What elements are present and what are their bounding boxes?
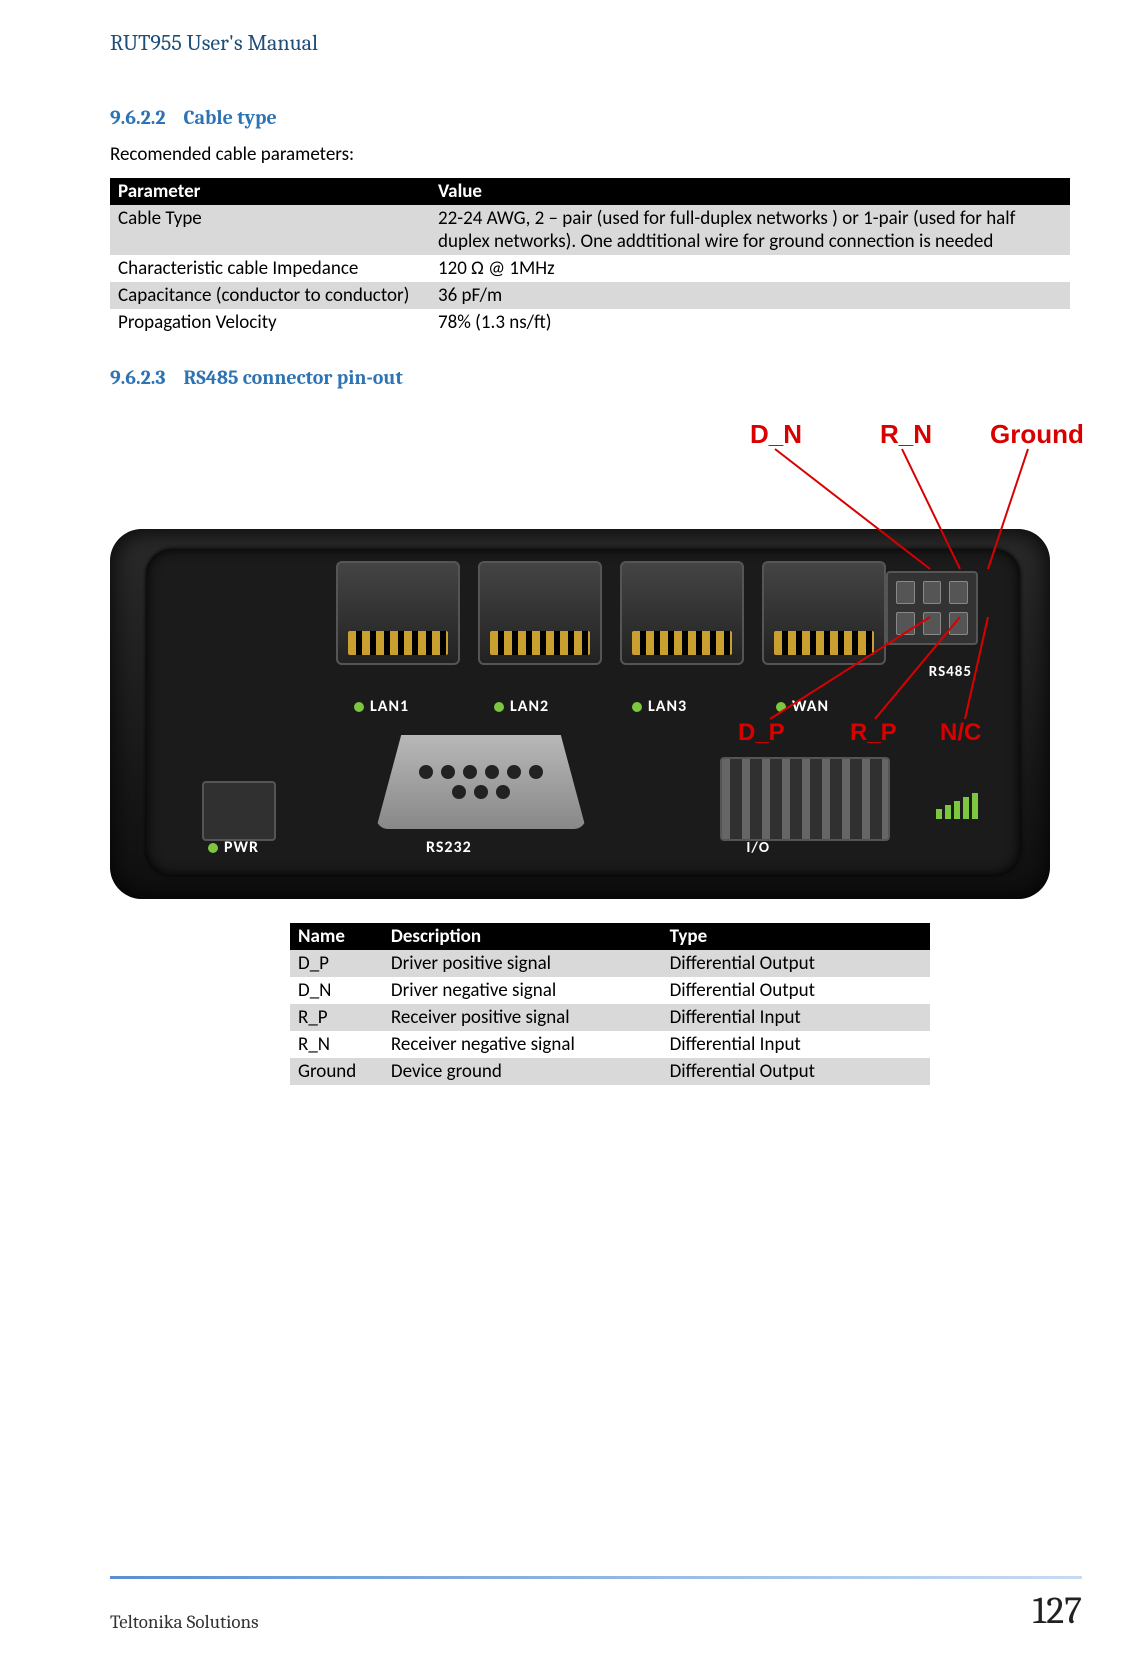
table-row: Ground Device ground Differential Output xyxy=(290,1058,930,1085)
cell-type: Differential Output xyxy=(662,977,930,1004)
cell-value: 22-24 AWG, 2 – pair (used for full-duple… xyxy=(430,205,1070,255)
port-wan-icon xyxy=(762,561,886,665)
router-body-icon: LAN1 LAN2 LAN3 WAN RS485 PWR RS232 I/O xyxy=(110,529,1050,899)
led-dot-icon xyxy=(494,702,504,712)
rs485-connector-icon xyxy=(886,571,978,645)
th-value: Value xyxy=(430,178,1070,205)
footer-rule-icon xyxy=(110,1576,1082,1579)
callout-ground: Ground xyxy=(990,419,1084,450)
led-dot-icon xyxy=(632,702,642,712)
router-face-icon: LAN1 LAN2 LAN3 WAN RS485 PWR RS232 I/O xyxy=(146,549,1020,875)
cell-name: D_P xyxy=(290,950,383,977)
led-dot-icon xyxy=(208,843,218,853)
cell-value: 36 pF/m xyxy=(430,282,1070,309)
label-io: I/O xyxy=(746,839,770,857)
cell-param: Propagation Velocity xyxy=(110,309,430,336)
callout-r-n: R_N xyxy=(880,419,932,450)
table-row: D_P Driver positive signal Differential … xyxy=(290,950,930,977)
table-row: Characteristic cable Impedance 120 Ω @ 1… xyxy=(110,255,1070,282)
label-wan: WAN xyxy=(776,697,829,716)
label-lan2: LAN2 xyxy=(494,697,549,716)
callout-r-p: R_P xyxy=(850,719,897,747)
cell-name: Ground xyxy=(290,1058,383,1085)
cell-value: 120 Ω @ 1MHz xyxy=(430,255,1070,282)
cell-type: Differential Input xyxy=(662,1004,930,1031)
pinout-table: Name Description Type D_P Driver positiv… xyxy=(290,923,930,1085)
port-lan1-icon xyxy=(336,561,460,665)
label-rs232: RS232 xyxy=(426,838,472,857)
th-name: Name xyxy=(290,923,383,950)
device-diagram: D_N R_N Ground xyxy=(110,419,1070,909)
table-row: Cable Type 22-24 AWG, 2 – pair (used for… xyxy=(110,205,1070,255)
port-lan3-icon xyxy=(620,561,744,665)
port-lan2-icon xyxy=(478,561,602,665)
cell-type: Differential Output xyxy=(662,1058,930,1085)
section-pinout-heading: 9.6.2.3 RS485 connector pin-out xyxy=(110,366,1072,389)
cell-desc: Device ground xyxy=(383,1058,662,1085)
cell-desc: Driver negative signal xyxy=(383,977,662,1004)
label-rs485: RS485 xyxy=(929,663,972,681)
footer-page-number: 127 xyxy=(1032,1589,1082,1633)
rs232-connector-icon xyxy=(376,735,586,829)
led-dot-icon xyxy=(776,702,786,712)
section-number: 9.6.2.2 xyxy=(110,106,166,129)
cell-param: Cable Type xyxy=(110,205,430,255)
document-title: RUT955 User's Manual xyxy=(110,30,1072,56)
th-type: Type xyxy=(662,923,930,950)
cell-value: 78% (1.3 ns/ft) xyxy=(430,309,1070,336)
callout-d-n: D_N xyxy=(750,419,802,450)
cell-type: Differential Input xyxy=(662,1031,930,1058)
section-title: Cable type xyxy=(184,106,277,129)
th-desc: Description xyxy=(383,923,662,950)
footer-company: Teltonika Solutions xyxy=(110,1611,259,1633)
section-cable-type-heading: 9.6.2.2 Cable type xyxy=(110,106,1072,129)
cell-param: Capacitance (conductor to conductor) xyxy=(110,282,430,309)
io-connector-icon xyxy=(720,757,890,841)
cell-desc: Receiver negative signal xyxy=(383,1031,662,1058)
section-number: 9.6.2.3 xyxy=(110,366,166,389)
pwr-connector-icon xyxy=(202,781,276,841)
table-row: Capacitance (conductor to conductor) 36 … xyxy=(110,282,1070,309)
label-lan3: LAN3 xyxy=(632,697,687,716)
label-pwr: PWR xyxy=(208,838,259,857)
cell-type: Differential Output xyxy=(662,950,930,977)
table-row: D_N Driver negative signal Differential … xyxy=(290,977,930,1004)
callout-n-c: N/C xyxy=(940,719,981,747)
page-footer: Teltonika Solutions 127 xyxy=(110,1576,1082,1633)
th-parameter: Parameter xyxy=(110,178,430,205)
cell-desc: Driver positive signal xyxy=(383,950,662,977)
cable-intro-text: Recomended cable parameters: xyxy=(110,143,1072,166)
cell-name: D_N xyxy=(290,977,383,1004)
cell-name: R_N xyxy=(290,1031,383,1058)
table-row: R_P Receiver positive signal Differentia… xyxy=(290,1004,930,1031)
section-title: RS485 connector pin-out xyxy=(184,366,403,389)
cell-name: R_P xyxy=(290,1004,383,1031)
callout-d-p: D_P xyxy=(738,719,785,747)
cable-parameter-table: Parameter Value Cable Type 22-24 AWG, 2 … xyxy=(110,178,1070,336)
table-row: Propagation Velocity 78% (1.3 ns/ft) xyxy=(110,309,1070,336)
label-lan1: LAN1 xyxy=(354,697,409,716)
table-row: R_N Receiver negative signal Differentia… xyxy=(290,1031,930,1058)
rj45-ports-row xyxy=(336,561,886,665)
cell-param: Characteristic cable Impedance xyxy=(110,255,430,282)
signal-bars-icon xyxy=(903,791,978,819)
led-dot-icon xyxy=(354,702,364,712)
cell-desc: Receiver positive signal xyxy=(383,1004,662,1031)
